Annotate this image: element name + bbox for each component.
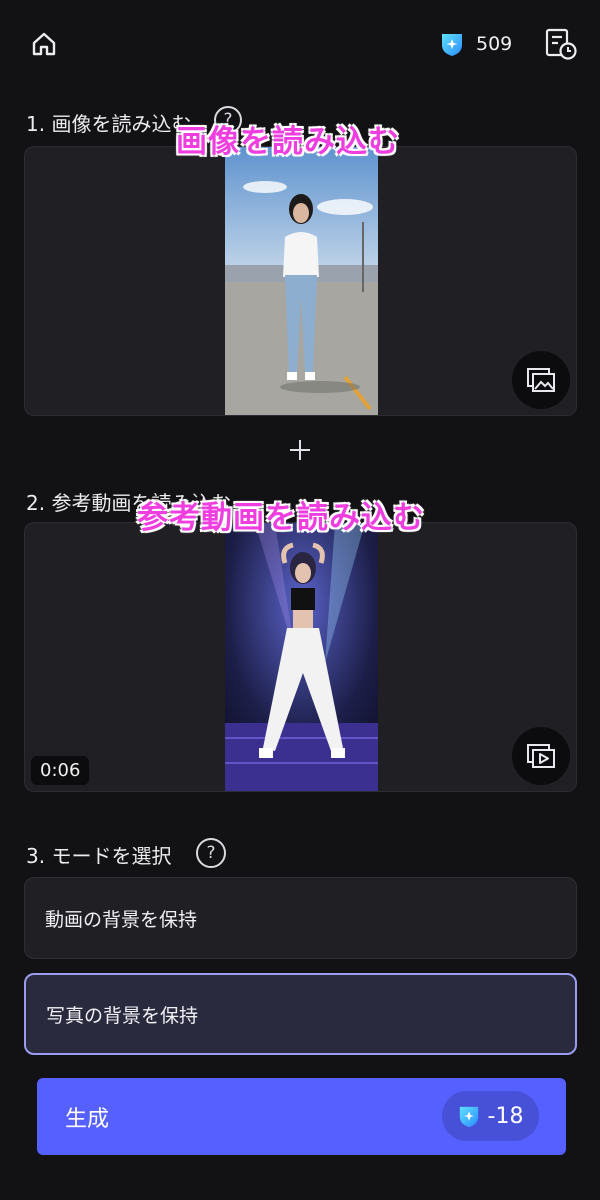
top-bar: 509 xyxy=(0,0,600,90)
home-icon xyxy=(32,32,56,56)
step2-overlay-caption: 参考動画を読み込む xyxy=(137,500,425,536)
history-icon xyxy=(545,28,577,60)
mode-option-keep-video-background[interactable]: 動画の背景を保持 xyxy=(24,877,577,959)
step3-label: 3. モードを選択 xyxy=(26,844,172,868)
credit-count: 509 xyxy=(476,33,513,55)
step1-label: 1. 画像を読み込む xyxy=(26,112,192,136)
video-replace-icon xyxy=(527,744,555,768)
video-duration: 0:06 xyxy=(31,756,90,785)
mode-option-label: 写真の背景を保持 xyxy=(46,1004,199,1027)
step3-help-icon[interactable]: ? xyxy=(196,838,226,868)
replace-video-button[interactable] xyxy=(512,727,570,785)
uploaded-photo xyxy=(225,147,378,415)
plus-icon xyxy=(290,440,310,460)
home-button[interactable] xyxy=(28,28,60,60)
mode-option-label: 動画の背景を保持 xyxy=(45,908,198,931)
cost-badge: -18 xyxy=(442,1091,539,1141)
gem-icon xyxy=(459,1106,478,1127)
image-upload-card[interactable] xyxy=(24,146,577,416)
generate-button[interactable]: 生成 -18 xyxy=(37,1078,566,1155)
generate-label: 生成 xyxy=(65,1106,110,1132)
replace-image-button[interactable] xyxy=(512,351,570,409)
mode-option-keep-photo-background[interactable]: 写真の背景を保持 xyxy=(24,973,577,1055)
video-upload-card[interactable]: 0:06 xyxy=(24,522,577,792)
credit-balance[interactable]: 509 xyxy=(440,30,512,58)
image-replace-icon xyxy=(527,368,555,392)
step1-overlay-caption: 画像を読み込む xyxy=(176,124,400,160)
cost-value: -18 xyxy=(487,1103,524,1129)
gem-icon xyxy=(442,34,462,56)
uploaded-video-thumbnail xyxy=(225,523,378,791)
history-button[interactable] xyxy=(544,27,578,61)
